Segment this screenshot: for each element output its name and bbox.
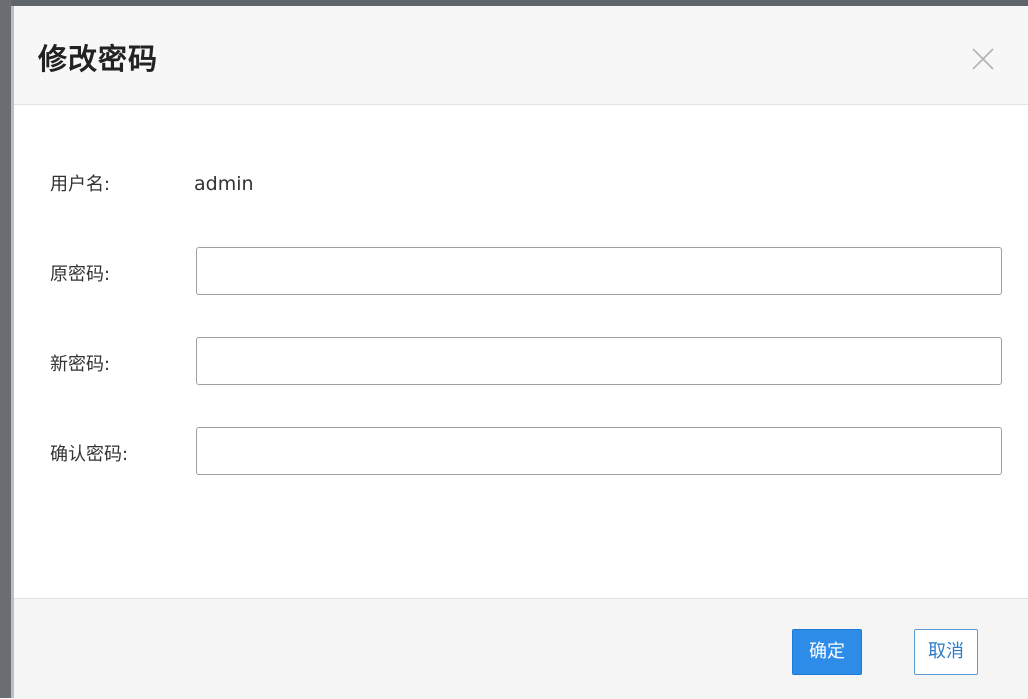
close-icon <box>972 48 994 70</box>
confirm-password-input[interactable] <box>196 427 1002 475</box>
dialog-footer: 确定 取消 <box>14 598 1028 699</box>
username-label: 用户名: <box>50 174 111 195</box>
dialog-title: 修改密码 <box>38 42 159 76</box>
cancel-button[interactable]: 取消 <box>914 629 978 675</box>
frame-left-edge <box>0 0 11 698</box>
old-password-label: 原密码: <box>50 264 111 285</box>
window-frame: 修改密码 用户名: admin 原密码: 新密码: 确认密码: 确定 取消 <box>0 0 1028 699</box>
username-value: admin <box>194 173 254 195</box>
confirm-password-label: 确认密码: <box>50 444 129 465</box>
confirm-button[interactable]: 确定 <box>792 629 862 675</box>
dialog-header: 修改密码 <box>14 6 1028 105</box>
new-password-input[interactable] <box>196 337 1002 385</box>
new-password-label: 新密码: <box>50 354 111 375</box>
close-button[interactable] <box>970 46 996 72</box>
old-password-input[interactable] <box>196 247 1002 295</box>
change-password-dialog: 修改密码 用户名: admin 原密码: 新密码: 确认密码: 确定 取消 <box>14 6 1028 699</box>
